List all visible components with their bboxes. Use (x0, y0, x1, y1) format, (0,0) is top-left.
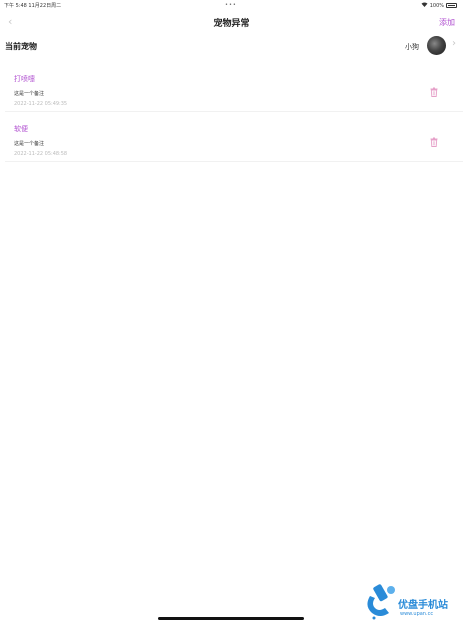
add-button[interactable]: 添加 (439, 17, 455, 28)
status-time: 下午 5:48 (4, 3, 27, 9)
record-time: 2022-11-22 05:48:58 (14, 151, 68, 157)
chevron-right-icon[interactable]: › (452, 38, 456, 49)
navigation-bar: ‹ 宠物异常 添加 (0, 12, 463, 32)
watermark-usb-icon (367, 584, 395, 620)
pet-name: 小狗 (405, 43, 419, 51)
status-date: 11月22日周二 (28, 3, 62, 9)
current-pet-label: 当前宠物 (5, 42, 37, 51)
record-time: 2022-11-22 05:49:35 (14, 101, 68, 107)
avatar (427, 36, 446, 55)
home-indicator[interactable] (158, 617, 304, 620)
record-note: 这是一个备注 (14, 91, 45, 97)
trash-icon[interactable] (430, 132, 438, 147)
page-title: 宠物异常 (213, 19, 250, 29)
list-item[interactable]: 软便 这是一个备注 2022-11-22 05:48:58 (5, 112, 463, 162)
record-type: 软便 (14, 125, 28, 133)
battery-percent: 100% (429, 2, 444, 9)
battery-icon (446, 3, 457, 8)
status-bar: 下午 5:48 11月22日周二 ••• 100% (0, 0, 463, 11)
list-item[interactable]: 打喷嚏 这是一个备注 2022-11-22 05:49:35 (5, 62, 463, 112)
record-note: 这是一个备注 (14, 141, 45, 147)
watermark-name: 优盘手机站 (398, 600, 448, 611)
multitask-dots[interactable]: ••• (225, 2, 237, 8)
wifi-icon (421, 2, 428, 9)
status-right: 100% (421, 2, 457, 9)
watermark-logo: 优盘手机站 www.upan.cc (362, 582, 462, 622)
watermark-url: www.upan.cc (400, 611, 434, 617)
status-time-date: 下午 5:48 11月22日周二 (4, 2, 61, 9)
record-type: 打喷嚏 (14, 75, 35, 83)
trash-icon[interactable] (430, 82, 438, 97)
current-pet-row[interactable]: 当前宠物 小狗 › (0, 34, 463, 58)
abnormal-record-list: 打喷嚏 这是一个备注 2022-11-22 05:49:35 软便 这是一个备注… (5, 62, 463, 162)
